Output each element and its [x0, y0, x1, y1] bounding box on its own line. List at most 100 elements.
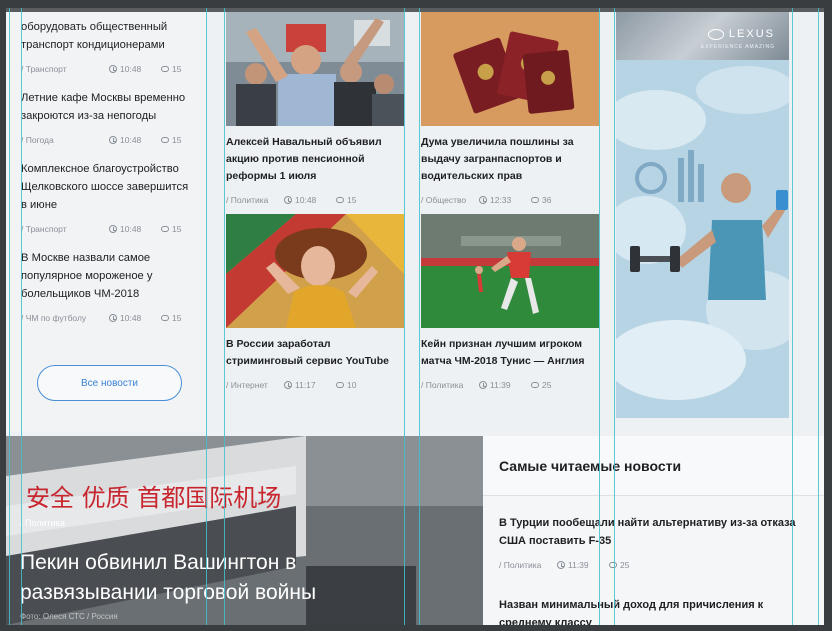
brand-tagline: EXPERIENCE AMAZING — [700, 44, 775, 50]
hero-category[interactable]: / Политика — [20, 518, 65, 528]
card-meta: / Политика 11:39 25 — [421, 379, 599, 391]
comment-icon — [336, 382, 344, 388]
news-meta: / Погода 10:48 15 — [21, 134, 196, 146]
news-comments: 15 — [161, 64, 181, 74]
clock-icon — [109, 65, 117, 73]
comment-icon — [531, 197, 539, 203]
news-category[interactable]: / Транспорт — [21, 64, 109, 74]
comment-icon — [161, 66, 169, 72]
all-news-button[interactable]: Все новости — [37, 365, 182, 401]
most-read-comments: 25 — [609, 560, 629, 570]
news-card[interactable]: Алексей Навальный объявил акцию против п… — [226, 12, 404, 206]
grid-guide-line — [224, 8, 225, 625]
card-title[interactable]: Алексей Навальный объявил акцию против п… — [226, 134, 404, 185]
card-comments: 25 — [531, 380, 551, 390]
news-title[interactable]: Летние кафе Москвы временно закроются из… — [21, 89, 196, 125]
grid-guide-line — [419, 8, 420, 625]
card-time: 10:48 — [284, 195, 336, 205]
comment-icon — [531, 382, 539, 388]
list-item[interactable]: В Москве назвали самое популярное мороже… — [21, 249, 196, 324]
card-comments: 36 — [531, 195, 551, 205]
news-meta: / Транспорт 10:48 15 — [21, 63, 196, 75]
news-time: 10:48 — [109, 64, 161, 74]
news-photo[interactable] — [226, 12, 404, 126]
grid-guide-line — [206, 8, 207, 625]
card-meta: / Интернет 11:17 10 — [226, 379, 404, 391]
clock-icon — [109, 314, 117, 322]
news-title[interactable]: оборудовать общественный транспорт конди… — [21, 18, 196, 54]
news-title[interactable]: Комплексное благоустройство Щелковского … — [21, 160, 196, 214]
card-category[interactable]: / Общество — [421, 195, 479, 205]
card-title[interactable]: Кейн признан лучшим игроком матча ЧМ-201… — [421, 336, 599, 370]
most-read-category[interactable]: / Политика — [499, 560, 557, 570]
card-meta: / Политика 10:48 15 — [226, 194, 404, 206]
clock-icon — [557, 561, 565, 569]
list-item[interactable]: Назван минимальный доход для причисления… — [499, 596, 799, 625]
most-read-meta: / Политика 11:39 25 — [499, 559, 799, 571]
hero-photo-credit: Фото: Олеся СТС / Россия — [20, 612, 118, 621]
most-read-title[interactable]: Назван минимальный доход для причисления… — [499, 596, 799, 625]
comment-icon — [336, 197, 344, 203]
card-title[interactable]: Дума увеличила пошлины за выдачу загранп… — [421, 134, 599, 185]
card-comments: 10 — [336, 380, 356, 390]
most-read-time: 11:39 — [557, 560, 609, 570]
list-item[interactable]: В Турции пообещали найти альтернативу из… — [499, 514, 799, 571]
comment-icon — [609, 562, 617, 568]
news-title[interactable]: В Москве назвали самое популярное мороже… — [21, 249, 196, 303]
news-meta: / Транспорт 10:48 15 — [21, 223, 196, 235]
comment-icon — [161, 315, 169, 321]
news-time: 10:48 — [109, 135, 161, 145]
news-photo[interactable] — [421, 12, 599, 126]
card-meta: / Общество 12:33 36 — [421, 194, 599, 206]
card-time: 11:17 — [284, 380, 336, 390]
news-card[interactable]: Кейн признан лучшим игроком матча ЧМ-201… — [421, 214, 599, 391]
clock-icon — [284, 196, 292, 204]
girl-photo — [226, 214, 404, 328]
lexus-logo-icon — [707, 28, 724, 40]
grid-guide-line — [9, 8, 10, 625]
list-item[interactable]: Летние кафе Москвы временно закроются из… — [21, 89, 196, 146]
news-category[interactable]: / Транспорт — [21, 224, 109, 234]
hero-story[interactable]: 安全 优质 首都国际机场 / Политика Пекин обвинил Ва… — [6, 436, 483, 625]
most-read-header: Самые читаемые новости — [483, 436, 824, 496]
news-list: оборудовать общественный транспорт конди… — [6, 12, 206, 432]
card-category[interactable]: / Интернет — [226, 380, 284, 390]
list-item[interactable]: оборудовать общественный транспорт конди… — [21, 18, 196, 75]
comment-icon — [161, 226, 169, 232]
most-read-heading: Самые читаемые новости — [499, 458, 682, 474]
news-category[interactable]: / ЧМ по футболу — [21, 313, 109, 323]
card-time: 11:39 — [479, 380, 531, 390]
grid-guide-line — [792, 8, 793, 625]
news-photo[interactable] — [421, 214, 599, 328]
ad-header: LEXUS EXPERIENCE AMAZING — [616, 12, 789, 60]
passports-photo — [421, 12, 599, 126]
comment-icon — [161, 137, 169, 143]
brand-logo: LEXUS — [707, 28, 775, 40]
grid-guide-line — [599, 8, 600, 625]
protest-photo — [226, 12, 404, 126]
ad-banner[interactable]: LEXUS EXPERIENCE AMAZING — [616, 12, 789, 418]
news-card[interactable]: В России заработал стриминговый сервис Y… — [226, 214, 404, 391]
clock-icon — [109, 136, 117, 144]
news-photo[interactable] — [226, 214, 404, 328]
grid-guide-line — [21, 8, 22, 625]
news-meta: / ЧМ по футболу 10:48 15 — [21, 312, 196, 324]
news-category[interactable]: / Погода — [21, 135, 109, 145]
page: оборудовать общественный транспорт конди… — [6, 8, 824, 625]
hero-title[interactable]: Пекин обвинил Вашингтон в развязывании т… — [20, 548, 400, 608]
grid-guide-line — [404, 8, 405, 625]
grid-guide-line — [818, 8, 819, 625]
list-item[interactable]: Комплексное благоустройство Щелковского … — [21, 160, 196, 235]
news-comments: 15 — [161, 135, 181, 145]
news-card[interactable]: Дума увеличила пошлины за выдачу загранп… — [421, 12, 599, 206]
news-time: 10:48 — [109, 224, 161, 234]
card-time: 12:33 — [479, 195, 531, 205]
card-title[interactable]: В России заработал стриминговый сервис Y… — [226, 336, 404, 370]
clock-icon — [109, 225, 117, 233]
clock-icon — [479, 381, 487, 389]
card-category[interactable]: / Политика — [226, 195, 284, 205]
card-category[interactable]: / Политика — [421, 380, 479, 390]
news-comments: 15 — [161, 224, 181, 234]
most-read-title[interactable]: В Турции пообещали найти альтернативу из… — [499, 514, 799, 550]
clock-icon — [284, 381, 292, 389]
